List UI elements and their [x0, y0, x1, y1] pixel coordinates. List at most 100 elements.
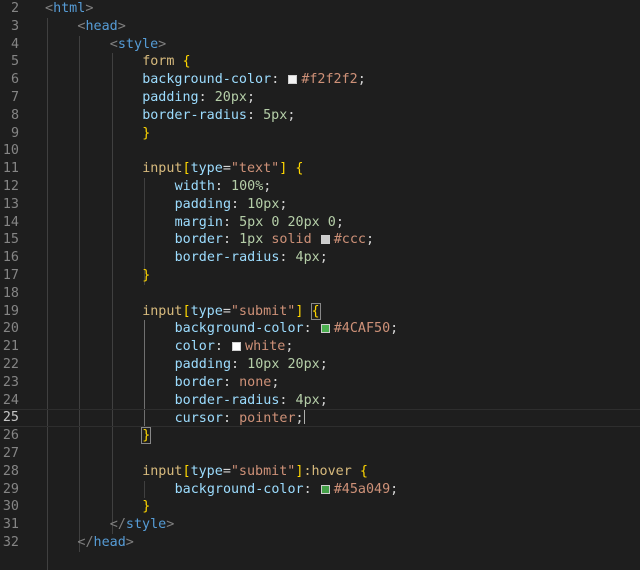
code-line[interactable]: 29 background-color: #45a049; [0, 481, 640, 499]
code-line[interactable]: 18 [0, 285, 640, 303]
line-number: 12 [2, 179, 19, 194]
code-token: : [214, 339, 232, 355]
code-token: : [222, 232, 240, 248]
code-token: ; [247, 90, 256, 105]
code-line[interactable]: 27 [0, 445, 640, 463]
line-number: 7 [10, 90, 19, 105]
code-line[interactable]: 6 background-color: #f2f2f2; [0, 71, 640, 89]
line-number: 24 [2, 392, 19, 408]
color-swatch-icon[interactable] [320, 235, 330, 245]
code-line[interactable]: 9} [0, 125, 640, 143]
code-token: { [359, 463, 368, 479]
code-token: < [45, 1, 54, 16]
code-line[interactable]: 5 form { [0, 53, 640, 71]
code-line[interactable]: 3 <head> [0, 18, 640, 36]
line-number: 6 [10, 72, 19, 88]
code-token: input [142, 161, 183, 177]
line-number: 5 [10, 54, 19, 70]
code-line[interactable]: 16 border-radius: 4px; [0, 249, 640, 267]
code-line[interactable]: 20 background-color: #4CAF50; [0, 320, 640, 338]
code-token: { [295, 161, 304, 177]
code-token: : [231, 196, 248, 212]
code-line[interactable]: 17} [0, 267, 640, 285]
code-token: : [214, 179, 232, 194]
line-number: 17 [2, 268, 19, 283]
code-token: 4px [295, 392, 320, 408]
code-token: ; [335, 214, 344, 230]
code-token: [ [182, 161, 191, 177]
line-code: border: none; [175, 374, 280, 392]
code-token: input [142, 463, 183, 479]
code-token: 100% [231, 179, 264, 194]
color-swatch-icon[interactable] [288, 75, 298, 85]
code-line[interactable]: 32 </head> [0, 534, 640, 552]
code-token: #4CAF50 [333, 321, 391, 337]
line-number: 11 [2, 161, 19, 177]
code-line[interactable]: 24 border-radius: 4px; [0, 392, 640, 410]
line-code: background-color: #f2f2f2; [142, 71, 366, 89]
code-line[interactable]: 30} [0, 498, 640, 516]
code-token: [ [182, 303, 191, 319]
line-code: background-color: #4CAF50; [175, 320, 399, 338]
code-token: color [174, 339, 215, 355]
line-code: border-radius: 4px; [175, 392, 328, 410]
code-token: style [125, 517, 167, 533]
line-number: 27 [2, 446, 19, 461]
code-token: type [190, 161, 223, 177]
line-code: input[type="text"] { [142, 160, 303, 178]
line-code: } [142, 125, 150, 143]
line-number: 30 [2, 499, 19, 515]
color-swatch-icon[interactable] [320, 484, 330, 494]
code-line[interactable]: 14 margin: 5px 0 20px 0; [0, 214, 640, 232]
text-cursor [303, 410, 305, 425]
code-line[interactable]: 22 padding: 10px 20px; [0, 356, 640, 374]
line-number: 20 [2, 321, 19, 337]
code-token: > [85, 1, 94, 16]
code-line[interactable]: 11 input[type="text"] { [0, 160, 640, 178]
code-token: > [158, 36, 167, 52]
code-token: background-color [174, 481, 304, 497]
code-token: ; [390, 321, 399, 337]
color-swatch-icon[interactable] [232, 342, 242, 352]
code-line[interactable]: 4 <style> [0, 36, 640, 54]
code-token: border [174, 374, 223, 390]
code-line[interactable]: 10 [0, 142, 640, 160]
line-code: } [141, 427, 152, 445]
code-token: : [271, 72, 288, 88]
code-line[interactable]: 23 border: none; [0, 374, 640, 392]
code-line[interactable]: 25 cursor: pointer; [0, 409, 640, 428]
line-number: 21 [2, 339, 19, 355]
line-number: 19 [2, 303, 19, 319]
code-token: "submit" [230, 303, 296, 319]
code-editor[interactable]: 2 <html> 3 <head> 4 <style> 5 form {6 background… [0, 0, 640, 570]
code-token: 20px [214, 90, 247, 105]
code-line[interactable]: 8 border-radius: 5px; [0, 107, 640, 125]
code-token: border-radius [174, 392, 280, 408]
code-line[interactable]: 12 width: 100%; [0, 178, 640, 196]
code-token: } [142, 125, 151, 141]
code-token: { [182, 54, 191, 70]
line-number: 31 [2, 517, 19, 533]
code-token: padding [174, 196, 232, 212]
line-code: padding: 10px 20px; [175, 356, 328, 374]
color-swatch-icon[interactable] [320, 324, 330, 334]
code-token: padding [142, 90, 199, 105]
code-line[interactable]: 21 color: white; [0, 338, 640, 356]
code-line[interactable]: 26} [0, 427, 640, 445]
line-number: 8 [10, 107, 19, 123]
code-token: border-radius [174, 250, 280, 266]
code-token: pointer [239, 411, 296, 427]
code-line[interactable]: 15 border: 1px solid #ccc; [0, 231, 640, 249]
code-line[interactable]: 13 padding: 10px; [0, 196, 640, 214]
line-code: width: 100%; [175, 178, 272, 196]
line-number: 10 [2, 143, 19, 159]
code-token: = [222, 303, 231, 319]
code-line[interactable]: 28 input[type="submit"]:hover { [0, 463, 640, 481]
line-number: 26 [2, 428, 19, 444]
code-line[interactable]: 31 </style> [0, 516, 640, 534]
code-line[interactable]: 7 padding: 20px; [0, 89, 640, 107]
code-line[interactable]: 2 <html> [0, 0, 640, 18]
code-line[interactable]: 19 input[type="submit"] { [0, 302, 640, 321]
line-number: 2 [10, 1, 19, 16]
line-number: 4 [10, 36, 19, 52]
